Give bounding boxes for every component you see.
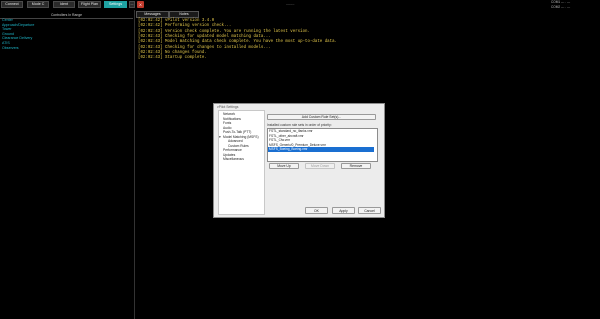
nav-item-updates[interactable]: Updates <box>223 153 235 157</box>
ok-button[interactable]: OK <box>305 207 328 214</box>
callsign-display: -------- <box>286 2 295 6</box>
tree-collapse-icon[interactable]: ▾ <box>219 135 221 139</box>
settings-button[interactable]: Settings <box>104 1 127 8</box>
dialog-title: vPilot Settings <box>217 105 239 109</box>
nav-item-miscellaneous[interactable]: Miscellaneous <box>223 157 244 161</box>
com2-row: COM2 --- . --- <box>551 5 599 10</box>
com1-label: COM1 <box>551 0 561 4</box>
nav-item-notifications[interactable]: Notifications <box>223 117 241 121</box>
tab-messages[interactable]: Messages <box>136 11 169 18</box>
close-button[interactable]: X <box>137 1 144 8</box>
move-down-button[interactable]: Move Down <box>305 163 335 169</box>
log-line: [02:02:43] Startup complete. <box>138 56 207 61</box>
nav-item-performance[interactable]: Performance <box>223 148 242 152</box>
nav-item-custom-rules[interactable]: Custom Rules <box>228 144 249 148</box>
nav-item-ptt[interactable]: Push-To-Talk (PTT) <box>223 130 251 134</box>
ident-button[interactable]: Ident <box>53 1 75 8</box>
nav-item-network[interactable]: Network <box>223 112 235 116</box>
com1-value: --- . --- <box>561 0 571 4</box>
connect-button[interactable]: Connect <box>1 1 23 8</box>
nav-item-model-matching[interactable]: Model Matching (MSFS) <box>223 135 259 139</box>
controllers-header: Controllers In Range <box>0 12 133 19</box>
cancel-button[interactable]: Cancel <box>358 207 381 214</box>
add-custom-rule-button[interactable]: Add Custom Rule Set(s)... <box>267 114 376 120</box>
mode-c-button[interactable]: Mode C <box>27 1 49 8</box>
remove-button[interactable]: Remove <box>341 163 371 169</box>
installed-rules-label: Installed custom rule sets in order of p… <box>267 122 332 127</box>
sidebar-divider <box>134 10 135 319</box>
flight-plan-button[interactable]: Flight Plan <box>78 1 101 8</box>
apply-button[interactable]: Apply <box>332 207 355 214</box>
nav-item-advanced[interactable]: Advanced <box>228 139 243 143</box>
tab-notes[interactable]: Notes <box>169 11 199 18</box>
com2-label: COM2 <box>551 5 561 9</box>
sidebar-item-observers[interactable]: Observers <box>2 46 19 51</box>
com2-value: --- . --- <box>561 5 571 9</box>
nav-item-audio[interactable]: Audio <box>223 126 231 130</box>
nav-item-fonts[interactable]: Fonts <box>223 121 231 125</box>
list-item-selected[interactable]: MSFS_Boeing_Boeing.vmr <box>268 147 374 152</box>
move-up-button[interactable]: Move Up <box>269 163 299 169</box>
more-button[interactable]: ... <box>129 1 135 8</box>
